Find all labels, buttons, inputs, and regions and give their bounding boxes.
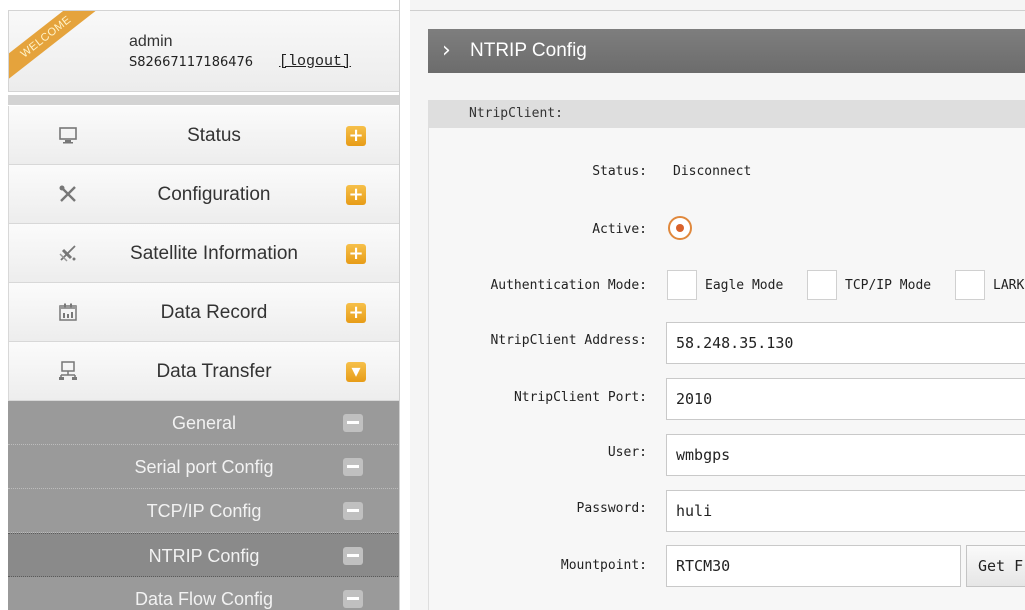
active-label: Active: [592, 222, 647, 237]
logout-link[interactable]: [logout] [279, 53, 351, 70]
tcpip-mode-label: TCP/IP Mode [845, 278, 932, 293]
page-title: NTRIP Config [470, 40, 587, 61]
minus-icon[interactable] [343, 547, 363, 565]
ntrip-address-input[interactable]: 58.248.35.130 [666, 322, 1025, 364]
mountpoint-label: Mountpoint: [560, 558, 647, 573]
password-input[interactable]: huli [666, 490, 1025, 532]
sidebar: WELCOME admin S82667117186476 [logout] S… [0, 0, 400, 610]
submenu-item-label: General [171, 413, 237, 433]
submenu-item-tcpip-config[interactable]: TCP/IP Config [8, 489, 399, 533]
address-label: NtripClient Address: [490, 333, 647, 348]
collapse-arrow-icon[interactable]: ▾ [346, 362, 366, 382]
network-icon [57, 360, 79, 382]
lark-mode-label: LARK M [993, 278, 1025, 293]
submenu-item-general[interactable]: General [8, 401, 399, 445]
port-label: NtripClient Port: [513, 390, 647, 405]
main-menu: Status + Configuration + Satellite Infor… [8, 106, 399, 401]
menu-item-label: Data Transfer [156, 361, 272, 382]
submenu-item-label: TCP/IP Config [146, 501, 262, 521]
submenu-item-ntrip-config[interactable]: NTRIP Config [8, 533, 399, 577]
section-title: NtripClient: [469, 106, 563, 121]
user-name: admin [129, 33, 173, 50]
submenu-item-serial-port-config[interactable]: Serial port Config [8, 445, 399, 489]
submenu-item-label: Serial port Config [134, 457, 274, 477]
user-info-box: WELCOME admin S82667117186476 [logout] [8, 10, 399, 92]
calendar-icon [57, 301, 79, 323]
main-content: › NTRIP Config NtripClient: Status: Disc… [410, 0, 1025, 610]
ntrip-port-input[interactable]: 2010 [666, 378, 1025, 420]
lark-mode-checkbox[interactable] [955, 270, 985, 300]
device-serial: S82667117186476 [129, 55, 254, 70]
menu-item-label: Satellite Information [130, 243, 298, 264]
expand-plus-icon[interactable]: + [346, 244, 366, 264]
active-radio[interactable] [668, 216, 692, 240]
data-transfer-submenu: General Serial port Config TCP/IP Config… [8, 401, 399, 610]
ntrip-client-panel: NtripClient: Status: Disconnect Active: … [428, 100, 1025, 610]
submenu-item-label: NTRIP Config [148, 546, 260, 566]
monitor-icon [57, 124, 79, 146]
user-label: User: [607, 445, 647, 460]
menu-item-label: Data Record [160, 302, 268, 323]
tools-icon [57, 183, 79, 205]
menu-item-status[interactable]: Status + [8, 106, 399, 165]
status-label: Status: [592, 164, 647, 179]
minus-icon[interactable] [343, 590, 363, 608]
menu-item-satellite-information[interactable]: Satellite Information + [8, 224, 399, 283]
get-mountpoints-button[interactable]: Get F [966, 545, 1025, 587]
submenu-item-label: Data Flow Config [134, 589, 274, 609]
minus-icon[interactable] [343, 502, 363, 520]
submenu-item-data-flow-config[interactable]: Data Flow Config [8, 577, 399, 610]
menu-item-data-record[interactable]: Data Record + [8, 283, 399, 342]
eagle-mode-checkbox[interactable] [667, 270, 697, 300]
expand-plus-icon[interactable]: + [346, 126, 366, 146]
satellite-icon [57, 242, 79, 264]
tcpip-mode-checkbox[interactable] [807, 270, 837, 300]
minus-icon[interactable] [343, 414, 363, 432]
page-header: › NTRIP Config [428, 29, 1025, 73]
expand-plus-icon[interactable]: + [346, 303, 366, 323]
eagle-mode-label: Eagle Mode [705, 278, 784, 293]
section-header: NtripClient: [429, 100, 1025, 128]
welcome-ribbon: WELCOME [9, 11, 104, 85]
menu-item-data-transfer[interactable]: Data Transfer ▾ [8, 342, 399, 401]
menu-top-bar [8, 95, 399, 105]
password-label: Password: [576, 501, 647, 516]
menu-item-label: Configuration [157, 184, 271, 205]
menu-item-label: Status [187, 125, 241, 146]
status-value: Disconnect [673, 164, 752, 179]
divider [410, 10, 1025, 11]
user-input[interactable]: wmbgps [666, 434, 1025, 476]
mountpoint-input[interactable]: RTCM30 [666, 545, 961, 587]
expand-plus-icon[interactable]: + [346, 185, 366, 205]
minus-icon[interactable] [343, 458, 363, 476]
menu-item-configuration[interactable]: Configuration + [8, 165, 399, 224]
chevron-right-icon: › [442, 38, 451, 63]
auth-mode-label: Authentication Mode: [490, 278, 647, 293]
